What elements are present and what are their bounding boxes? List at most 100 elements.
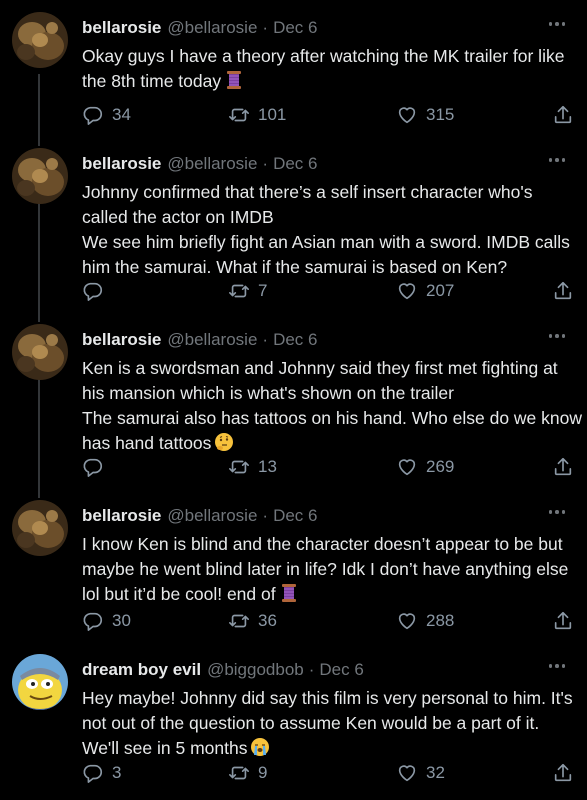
- more-icon[interactable]: [545, 502, 569, 522]
- heart-icon: [398, 107, 416, 124]
- retweet-button[interactable]: 7: [228, 280, 267, 302]
- like-count: 207: [426, 281, 455, 300]
- like-button[interactable]: 207: [396, 280, 454, 302]
- tweet-text-line: The samurai also has tattoos on his hand…: [82, 408, 582, 428]
- avatar-image-icon: [12, 148, 68, 204]
- tweet[interactable]: bellarosie @bellarosie · Dec 6 Johnny co…: [0, 136, 587, 312]
- tweet-text-line: I know Ken is blind and the character do…: [82, 534, 563, 554]
- user-handle[interactable]: @biggodbob: [207, 660, 304, 680]
- reply-icon: [83, 612, 103, 631]
- heart-icon: [398, 459, 416, 476]
- separator-dot: ·: [262, 506, 269, 525]
- thinking-face-icon: [215, 433, 234, 451]
- tweet-text-line: Okay guys I have a theory after watching…: [82, 46, 565, 66]
- reply-button[interactable]: 30: [82, 610, 131, 632]
- like-count: 269: [426, 457, 455, 476]
- tweet-date[interactable]: Dec 6: [273, 154, 317, 174]
- retweet-button[interactable]: 36: [228, 610, 277, 632]
- tweet[interactable]: bellarosie @bellarosie · Dec 6 I know Ke…: [0, 488, 587, 638]
- more-icon[interactable]: [545, 14, 569, 34]
- tweet-text-line: lol but it’d be cool! end of: [82, 584, 276, 604]
- tweet[interactable]: dream boy evil @biggodbob · Dec 6 Hey ma…: [0, 642, 587, 800]
- loudly-crying-face-icon: [251, 738, 270, 756]
- avatar[interactable]: [12, 148, 68, 204]
- separator-dot: ·: [262, 330, 269, 349]
- heart-icon: [398, 613, 416, 630]
- separator-dot: ·: [262, 18, 269, 37]
- tweet-text-line: Hey maybe! Johnny did say this film is v…: [82, 688, 573, 708]
- tweet-text-line: We see him briefly fight an Asian man wi…: [82, 232, 570, 252]
- avatar[interactable]: [12, 12, 68, 68]
- like-button[interactable]: 288: [396, 610, 454, 632]
- tweet-text: Ken is a swordsman and Johnny said they …: [82, 356, 582, 456]
- tweet-text-line: called the actor on IMDB: [82, 207, 274, 227]
- share-button[interactable]: [552, 762, 574, 784]
- share-button[interactable]: [552, 610, 574, 632]
- separator-dot: ·: [308, 660, 315, 679]
- tweet[interactable]: bellarosie @bellarosie · Dec 6 Ken is a …: [0, 312, 587, 488]
- more-icon[interactable]: [545, 150, 569, 170]
- tweet[interactable]: bellarosie @bellarosie · Dec 6 Okay guys…: [0, 0, 587, 144]
- tweet-text: Okay guys I have a theory after watching…: [82, 44, 574, 94]
- retweet-icon: [229, 614, 249, 628]
- tweet-date[interactable]: Dec 6: [319, 660, 363, 680]
- tweet-date[interactable]: Dec 6: [273, 18, 317, 38]
- reply-button[interactable]: 3: [82, 762, 121, 784]
- display-name[interactable]: bellarosie: [82, 154, 161, 174]
- share-button[interactable]: [552, 280, 574, 302]
- display-name[interactable]: bellarosie: [82, 506, 161, 526]
- like-button[interactable]: 269: [396, 456, 454, 478]
- avatar[interactable]: [12, 654, 68, 710]
- user-handle[interactable]: @bellarosie: [167, 506, 257, 526]
- user-handle[interactable]: @bellarosie: [167, 330, 257, 350]
- retweet-icon: [229, 284, 249, 298]
- avatar-image-icon: [12, 12, 68, 68]
- reply-count: 3: [112, 763, 122, 782]
- retweet-count: 9: [258, 763, 268, 782]
- avatar-image-icon: [12, 500, 68, 556]
- avatar-image-icon: [12, 654, 68, 710]
- retweet-count: 7: [258, 281, 268, 300]
- tweet-date[interactable]: Dec 6: [273, 330, 317, 350]
- display-name[interactable]: bellarosie: [82, 18, 161, 38]
- retweet-icon: [229, 766, 249, 780]
- like-count: 315: [426, 105, 455, 124]
- retweet-button[interactable]: 13: [228, 456, 277, 478]
- tweet-date[interactable]: Dec 6: [273, 506, 317, 526]
- tweet-text-line: We'll see in 5 months: [82, 738, 248, 758]
- reply-icon: [83, 458, 103, 477]
- display-name[interactable]: dream boy evil: [82, 660, 201, 680]
- tweet-text-line: the 8th time today: [82, 71, 222, 91]
- tweet-text: I know Ken is blind and the character do…: [82, 532, 574, 607]
- thread-spool-icon: [227, 71, 242, 89]
- thread-spool-icon: [281, 584, 296, 602]
- reply-button[interactable]: [82, 280, 112, 302]
- share-button[interactable]: [552, 456, 574, 478]
- user-handle[interactable]: @bellarosie: [167, 154, 257, 174]
- more-icon[interactable]: [545, 656, 569, 676]
- retweet-count: 13: [258, 457, 277, 476]
- share-button[interactable]: [552, 104, 574, 126]
- avatar[interactable]: [12, 500, 68, 556]
- heart-icon: [398, 283, 416, 300]
- retweet-button[interactable]: 101: [228, 104, 286, 126]
- retweet-icon: [229, 108, 249, 122]
- tweet-text-line: maybe he went blind later in life? Idk I…: [82, 559, 569, 579]
- tweet-text-line: not out of the question to assume Ken wo…: [82, 713, 540, 733]
- user-handle[interactable]: @bellarosie: [167, 18, 257, 38]
- tweet-text-line: Ken is a swordsman and Johnny said they …: [82, 358, 558, 378]
- retweet-count: 36: [258, 611, 277, 630]
- share-icon: [554, 763, 572, 782]
- share-icon: [554, 611, 572, 630]
- reply-button[interactable]: 34: [82, 104, 131, 126]
- heart-icon: [398, 765, 416, 782]
- more-icon[interactable]: [545, 326, 569, 346]
- avatar-image-icon: [12, 324, 68, 380]
- avatar[interactable]: [12, 324, 68, 380]
- like-button[interactable]: 32: [396, 762, 445, 784]
- retweet-count: 101: [258, 105, 287, 124]
- reply-button[interactable]: [82, 456, 112, 478]
- display-name[interactable]: bellarosie: [82, 330, 161, 350]
- retweet-button[interactable]: 9: [228, 762, 267, 784]
- like-button[interactable]: 315: [396, 104, 454, 126]
